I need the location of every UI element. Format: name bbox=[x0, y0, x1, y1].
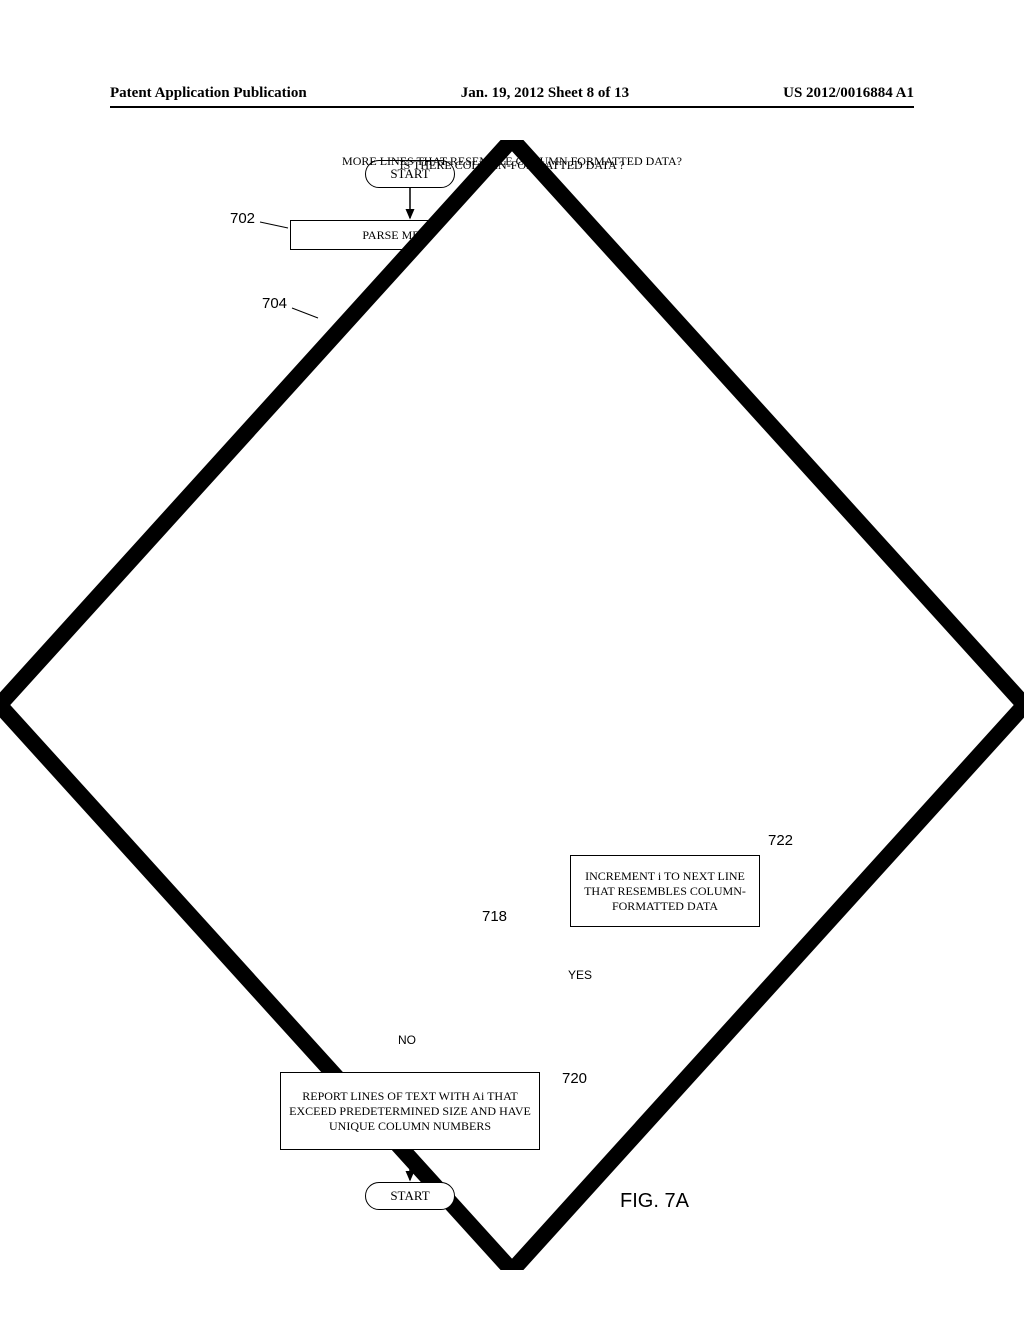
flowchart: START PARSE MESSAGE 702 IS THERE COLUMN-… bbox=[0, 140, 1024, 1270]
text-722: INCREMENT i TO NEXT LINE THAT RESEMBLES … bbox=[577, 869, 753, 914]
end-label: START bbox=[390, 1188, 429, 1204]
text-720: REPORT LINES OF TEXT WITH Ai THAT EXCEED… bbox=[287, 1089, 533, 1134]
ref-720-text: 720 bbox=[562, 1070, 587, 1087]
figure-text: FIG. 7A bbox=[620, 1190, 689, 1212]
yes-718: YES bbox=[568, 968, 592, 982]
label-718-no: NO bbox=[396, 1033, 418, 1047]
process-720: REPORT LINES OF TEXT WITH Ai THAT EXCEED… bbox=[280, 1072, 540, 1150]
ref-722-text: 722 bbox=[768, 832, 793, 849]
figure-label: FIG. 7A bbox=[620, 1190, 689, 1213]
decision-718: MORE LINES THAT RESEMBLE COLUMN FORMATTE… bbox=[0, 210, 260, 288]
label-718-yes: YES bbox=[566, 968, 594, 982]
process-722: INCREMENT i TO NEXT LINE THAT RESEMBLES … bbox=[570, 855, 760, 927]
text-718: MORE LINES THAT RESEMBLE COLUMN FORMATTE… bbox=[342, 154, 682, 168]
header-center: Jan. 19, 2012 Sheet 8 of 13 bbox=[461, 85, 629, 102]
ref-718: 718 bbox=[482, 908, 507, 925]
header-right: US 2012/0016884 A1 bbox=[783, 85, 914, 102]
no-718: NO bbox=[398, 1033, 416, 1047]
ref-722: 722 bbox=[768, 832, 793, 849]
ref-718-text: 718 bbox=[482, 908, 507, 925]
ref-720: 720 bbox=[562, 1070, 587, 1087]
header-left: Patent Application Publication bbox=[110, 85, 307, 102]
end-terminator: START bbox=[365, 1182, 455, 1210]
page-header: Patent Application Publication Jan. 19, … bbox=[110, 85, 914, 108]
